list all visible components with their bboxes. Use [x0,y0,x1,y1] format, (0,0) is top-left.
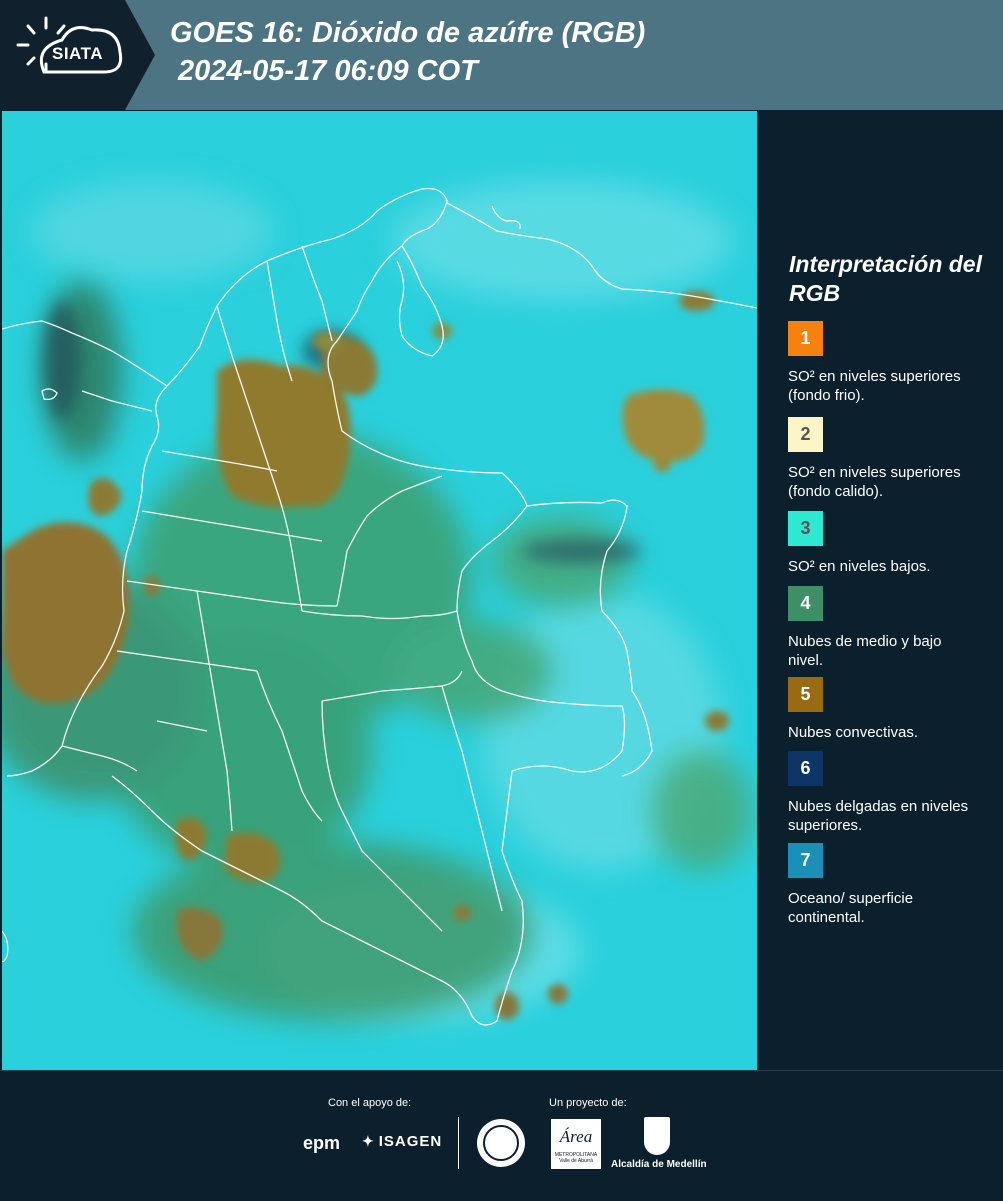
epm-logo: epm [303,1133,341,1153]
legend-swatch-6: 6 [788,751,823,786]
legend-label-6: Nubes delgadas en niveles superiores. [788,798,969,834]
siata-logo: SIATA [0,0,155,110]
legend-label-2: SO² en niveles superiores (fondo calido)… [788,464,961,500]
legend-label-5: Nubes convectivas. [788,724,919,741]
page-title: GOES 16: Dióxido de azúfre (RGB) [170,17,646,49]
legend-item-5: 5 Nubes convectivas. [788,677,988,742]
isagen-text: ISAGEN [378,1133,443,1150]
legend-label-3: SO² en niveles bajos. [788,558,931,575]
legend-item-6: 6 Nubes delgadas en niveles superiores. [788,751,988,835]
footer-divider [458,1117,459,1169]
area-metropolitana-logo: Área METROPOLITANA Valle de Aburrá [551,1119,601,1169]
legend-item-7: 7 Oceano/ superficie continental. [788,843,988,927]
legend-item-3: 3 SO² en niveles bajos. [788,511,988,576]
support-label: Con el apoyo de: [328,1097,412,1109]
legend-swatch-3: 3 [788,511,823,546]
isagen-logo: ✦ ISAGEN [362,1133,442,1150]
legend-title: Interpretación del RGB [789,251,982,306]
legend-label-1: SO² en niveles superiores (fondo frio). [788,368,961,404]
timestamp: 2024-05-17 06:09 COT [178,55,478,87]
alcaldia-logo-text: Alcaldía de Medellín [611,1159,707,1170]
area-logo-text: Área [559,1127,593,1146]
project-label: Un proyecto de: [549,1097,627,1109]
seal-ring-icon [483,1125,519,1161]
legend-swatch-2: 2 [788,417,823,452]
legend-swatch-1: 1 [788,321,823,356]
satellite-map-image [2,111,757,1070]
area-logo-subtext: METROPOLITANA Valle de Aburrá [554,1152,598,1164]
logo-text: SIATA [52,44,103,63]
legend-item-2: 2 SO² en niveles superiores (fondo calid… [788,417,988,501]
legend-label-4: Nubes de medio y bajo nivel. [788,633,942,669]
legend-panel: Interpretación del RGB 1 SO² en niveles … [760,111,1003,1070]
isagen-mark-icon: ✦ [362,1133,375,1149]
header-bar: SIATA GOES 16: Dióxido de azúfre (RGB) 2… [0,0,1003,110]
alcaldia-shield-icon [644,1117,670,1155]
footer-bar: Con el apoyo de: Un proyecto de: epm ✦ I… [0,1070,1003,1201]
legend-label-7: Oceano/ superficie continental. [788,890,914,926]
medellin-seal-logo [477,1119,525,1167]
legend-swatch-7: 7 [788,843,823,878]
legend-swatch-4: 4 [788,586,823,621]
legend-item-4: 4 Nubes de medio y bajo nivel. [788,586,988,670]
satellite-map[interactable] [2,111,757,1070]
legend-swatch-5: 5 [788,677,823,712]
legend-item-1: 1 SO² en niveles superiores (fondo frio)… [788,321,988,405]
